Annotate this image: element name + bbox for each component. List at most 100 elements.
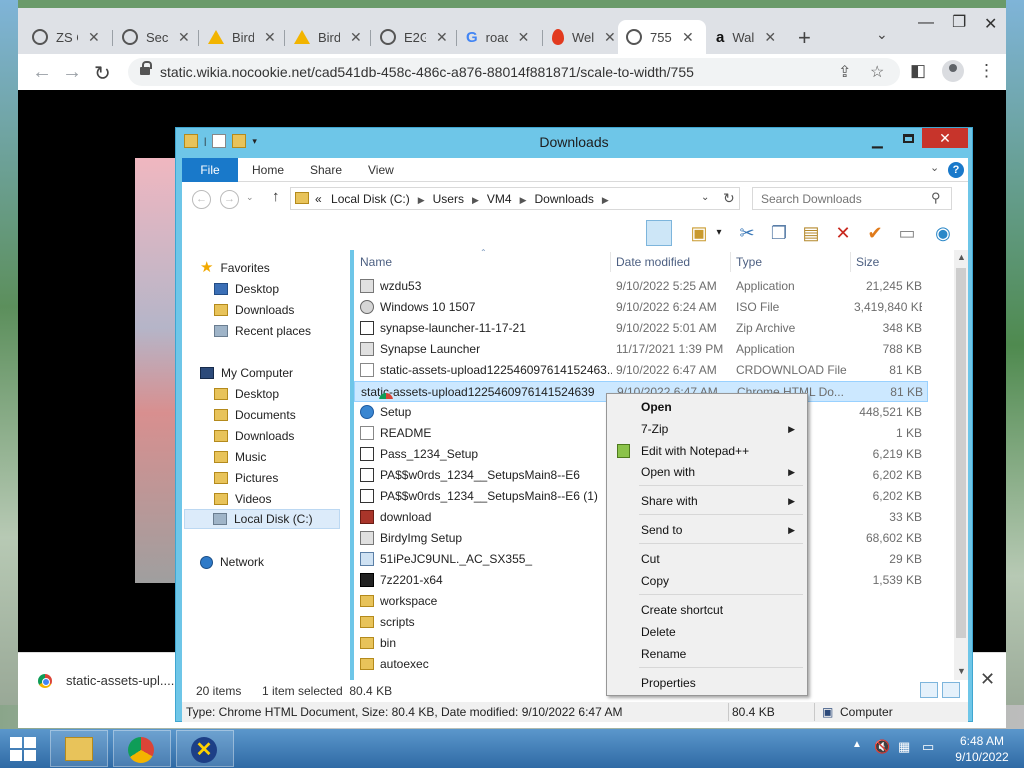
checkmark-icon[interactable]: ✔ (862, 220, 888, 246)
browser-tab[interactable]: Wel ✕ (544, 20, 628, 54)
bookmark-star-icon[interactable]: ☆ (870, 62, 884, 82)
layout-view-icon[interactable] (646, 220, 672, 246)
column-header-type[interactable]: Type (736, 250, 762, 274)
tab-file[interactable]: File (182, 158, 238, 182)
close-download-bar-icon[interactable]: ✕ (980, 669, 995, 690)
file-row[interactable]: static-assets-upload122546097614152463..… (354, 360, 928, 381)
address-bar[interactable]: « Local Disk (C:) ▶ Users ▶ VM4 ▶ Downloads ▶ ⌄… (290, 187, 740, 210)
column-header-name[interactable]: Name (360, 250, 392, 274)
close-icon[interactable]: ✕ (264, 29, 276, 46)
clock[interactable]: 6:48 AM 9/10/2022 (950, 733, 1014, 765)
breadcrumb-item[interactable]: Downloads (535, 192, 594, 206)
file-row[interactable]: wzdu53 9/10/2022 5:25 AM Application 21,245… (354, 276, 928, 297)
menu-item-create-shortcut[interactable]: Create shortcut (609, 599, 805, 621)
tab-share[interactable]: Share (310, 158, 342, 182)
maximize-button[interactable] (903, 134, 914, 143)
sidebar-item-music[interactable]: Music (214, 447, 266, 467)
menu-item-send-to[interactable]: Send to ▶ (609, 519, 805, 541)
menu-item-cut[interactable]: Cut (609, 548, 805, 570)
search-input[interactable] (753, 188, 923, 209)
close-icon[interactable]: ✕ (604, 29, 616, 46)
menu-item-copy[interactable]: Copy (609, 570, 805, 592)
volume-muted-icon[interactable]: 🔇 (874, 739, 890, 755)
sidebar-item-network[interactable]: Network (200, 552, 264, 572)
tab-home[interactable]: Home (252, 158, 284, 182)
menu-item-open-with[interactable]: Open with ▶ (609, 461, 805, 483)
breadcrumb-item[interactable]: VM4 (487, 192, 512, 206)
share-icon[interactable]: ⇪ (838, 62, 851, 82)
browser-tab-active[interactable]: 755 ✕ (618, 20, 706, 54)
sidebar-item-documents[interactable]: Documents (214, 405, 296, 425)
cut-icon[interactable]: ✂ (734, 220, 760, 246)
explorer-titlebar[interactable]: | ▾ Downloads ▁ ✕ (176, 128, 972, 158)
browser-tab[interactable]: E2G ✕ (372, 20, 456, 54)
menu-kebab-icon[interactable]: ⋮ (978, 61, 995, 81)
tab-view[interactable]: View (368, 158, 394, 182)
paste-icon[interactable]: ▤ (798, 220, 824, 246)
menu-item-share-with[interactable]: Share with ▶ (609, 490, 805, 512)
taskbar-chrome[interactable] (113, 730, 171, 767)
close-icon[interactable]: ✕ (682, 29, 694, 46)
file-row[interactable]: Synapse Launcher 11/17/2021 1:39 PM Applic… (354, 339, 928, 360)
column-header-date[interactable]: Date modified (616, 250, 690, 274)
minimize-button[interactable]: ▁ (872, 132, 883, 149)
details-view-icon[interactable] (920, 682, 938, 698)
close-button[interactable]: ✕ (922, 128, 968, 148)
tab-search-chevron-icon[interactable]: ⌄ (876, 26, 888, 43)
profile-avatar-icon[interactable] (942, 60, 964, 82)
close-icon[interactable]: ✕ (178, 29, 190, 46)
browser-tab[interactable]: a Wal ✕ (708, 20, 788, 54)
scroll-down-icon[interactable]: ▼ (957, 666, 966, 676)
close-icon[interactable]: ✕ (764, 29, 776, 46)
sidebar-item-desktop[interactable]: Desktop (214, 384, 279, 404)
delete-icon[interactable]: ✕ (830, 220, 856, 246)
side-panel-icon[interactable]: ◧ (910, 61, 926, 81)
sidebar-item-local-disk[interactable]: Local Disk (C:) (184, 509, 340, 529)
file-row[interactable]: Windows 10 1507 9/10/2022 6:24 AM ISO File… (354, 297, 928, 318)
windows-start-icon[interactable] (10, 737, 36, 761)
sidebar-item-downloads[interactable]: Downloads (214, 426, 294, 446)
scroll-thumb[interactable] (956, 268, 966, 638)
help-icon[interactable]: ? (948, 162, 964, 178)
tray-overflow-icon[interactable]: ▲ (852, 739, 862, 750)
taskbar-file-explorer[interactable] (50, 730, 108, 767)
network-icon[interactable]: ▦ (898, 739, 910, 755)
download-item[interactable]: static-assets-upl....htm (38, 673, 196, 688)
browser-tab[interactable]: Secu ✕ (114, 20, 198, 54)
sidebar-item-downloads[interactable]: Downloads (214, 300, 294, 320)
restore-button[interactable]: ❐ (952, 12, 966, 32)
expand-ribbon-chevron-icon[interactable]: ⌄ (930, 161, 939, 174)
file-row[interactable]: synapse-launcher-11-17-21 9/10/2022 5:01 … (354, 318, 928, 339)
large-icons-view-icon[interactable] (942, 682, 960, 698)
refresh-icon[interactable]: ↻ (723, 190, 735, 207)
reload-button[interactable]: ↻ (94, 61, 111, 86)
globe-icon[interactable]: ◉ (930, 220, 956, 246)
recent-locations-chevron-icon[interactable]: ⌄ (246, 192, 254, 203)
breadcrumb-overflow[interactable]: « (315, 192, 322, 206)
browser-tab[interactable]: Birds ✕ (200, 20, 284, 54)
browser-tab[interactable]: G road ✕ (458, 20, 542, 54)
close-icon[interactable]: ✕ (436, 29, 448, 46)
menu-item-delete[interactable]: Delete (609, 621, 805, 643)
address-dropdown-icon[interactable]: ⌄ (701, 192, 709, 203)
forward-button[interactable]: → (220, 190, 239, 209)
breadcrumb-item[interactable]: Local Disk (C:) (331, 192, 410, 206)
column-header-size[interactable]: Size (856, 250, 879, 274)
close-icon[interactable]: ✕ (518, 29, 530, 46)
action-center-icon[interactable]: ▭ (922, 739, 934, 755)
close-window-button[interactable]: ✕ (984, 14, 997, 34)
sidebar-item-recent-places[interactable]: Recent places (214, 321, 311, 341)
address-bar[interactable]: static.wikia.nocookie.net/cad541db-458c-… (128, 58, 900, 86)
sidebar-item-my-computer[interactable]: My Computer (200, 363, 293, 383)
up-button[interactable]: ↑ (272, 188, 280, 205)
rename-icon[interactable]: ▭ (894, 220, 920, 246)
new-tab-button[interactable]: + (798, 25, 811, 51)
dropdown-icon[interactable]: ▾ (706, 220, 732, 246)
vertical-scrollbar[interactable]: ▲ ▼ (954, 250, 968, 680)
sidebar-item-favorites[interactable]: ★ Favorites (200, 258, 270, 278)
close-icon[interactable]: ✕ (88, 29, 100, 46)
back-button[interactable]: ← (192, 190, 211, 209)
menu-item-7zip[interactable]: 7-Zip ▶ (609, 418, 805, 440)
menu-item-rename[interactable]: Rename (609, 643, 805, 665)
sidebar-item-desktop[interactable]: Desktop (214, 279, 279, 299)
